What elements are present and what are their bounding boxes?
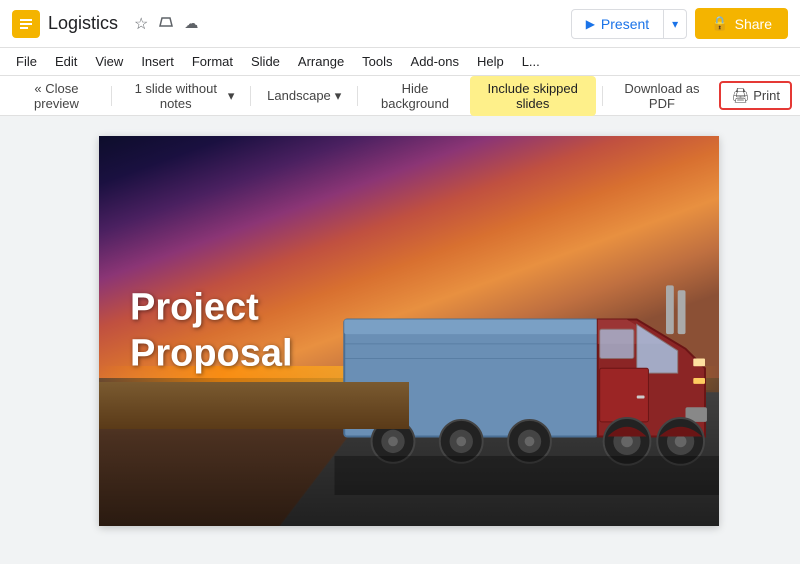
close-preview-button[interactable]: « Close preview (8, 76, 105, 116)
hide-background-button[interactable]: Hide background (364, 76, 466, 116)
landscape-label: Landscape (267, 88, 331, 103)
app-title: Logistics (48, 13, 118, 34)
divider-2 (250, 86, 251, 106)
chevron-slides-icon: ▾ (228, 88, 235, 104)
menu-insert[interactable]: Insert (133, 52, 182, 71)
menu-l[interactable]: L... (514, 52, 548, 71)
divider-1 (111, 86, 112, 106)
present-dropdown-button[interactable]: ▾ (664, 11, 686, 37)
menu-view[interactable]: View (87, 52, 131, 71)
present-label: Present (601, 16, 649, 32)
include-skipped-label: Include skipped slides (480, 81, 586, 111)
chevron-landscape-icon: ▾ (335, 88, 342, 104)
main-content: Project Proposal (0, 116, 800, 564)
app-icon (12, 10, 40, 38)
field-left (99, 382, 409, 429)
menu-bar: File Edit View Insert Format Slide Arran… (0, 48, 800, 76)
present-button-group: ▶ Present ▾ (571, 9, 688, 39)
print-label: Print (753, 88, 780, 103)
download-pdf-label: Download as PDF (618, 81, 705, 111)
divider-4 (602, 86, 603, 106)
download-pdf-button[interactable]: Download as PDF (608, 76, 715, 116)
landscape-button[interactable]: Landscape ▾ (257, 83, 351, 109)
menu-arrange[interactable]: Arrange (290, 52, 352, 71)
menu-edit[interactable]: Edit (47, 52, 85, 71)
present-main-button[interactable]: ▶ Present (572, 10, 664, 38)
slide-title: Project Proposal (130, 285, 293, 376)
title-left: Logistics ☆ ☁ (12, 10, 198, 38)
menu-help[interactable]: Help (469, 52, 512, 71)
slide-background: Project Proposal (99, 136, 719, 526)
include-skipped-button[interactable]: Include skipped slides (470, 76, 596, 116)
drive-icon[interactable] (158, 14, 174, 33)
close-preview-label: « Close preview (18, 81, 95, 111)
left-margin (81, 136, 99, 544)
printer-icon: 🖨 (731, 87, 749, 104)
title-bar: Logistics ☆ ☁ ▶ Present ▾ 🔒 Share (0, 0, 800, 48)
lock-icon: 🔒 (711, 15, 728, 32)
slides-option-label: 1 slide without notes (128, 81, 224, 111)
present-icon: ▶ (586, 17, 595, 31)
toolbar-bar: « Close preview 1 slide without notes ▾ … (0, 76, 800, 116)
share-label: Share (735, 16, 772, 32)
menu-slide[interactable]: Slide (243, 52, 288, 71)
share-button[interactable]: 🔒 Share (695, 8, 788, 39)
divider-3 (357, 86, 358, 106)
menu-format[interactable]: Format (184, 52, 241, 71)
slide-title-line1: Project (130, 285, 293, 331)
menu-file[interactable]: File (8, 52, 45, 71)
menu-addons[interactable]: Add-ons (403, 52, 467, 71)
title-icons: ☆ ☁ (134, 14, 198, 34)
menu-tools[interactable]: Tools (354, 52, 400, 71)
star-icon[interactable]: ☆ (134, 14, 148, 34)
cloud-icon: ☁ (184, 15, 198, 32)
slide-preview: Project Proposal (99, 136, 719, 526)
print-button[interactable]: 🖨 Print (719, 81, 792, 110)
truck-illustration (328, 261, 719, 495)
chevron-down-icon: ▾ (672, 17, 678, 31)
title-right: ▶ Present ▾ 🔒 Share (571, 8, 788, 39)
slide-title-line2: Proposal (130, 331, 293, 377)
hide-background-label: Hide background (374, 81, 456, 111)
slides-option-button[interactable]: 1 slide without notes ▾ (118, 76, 245, 116)
